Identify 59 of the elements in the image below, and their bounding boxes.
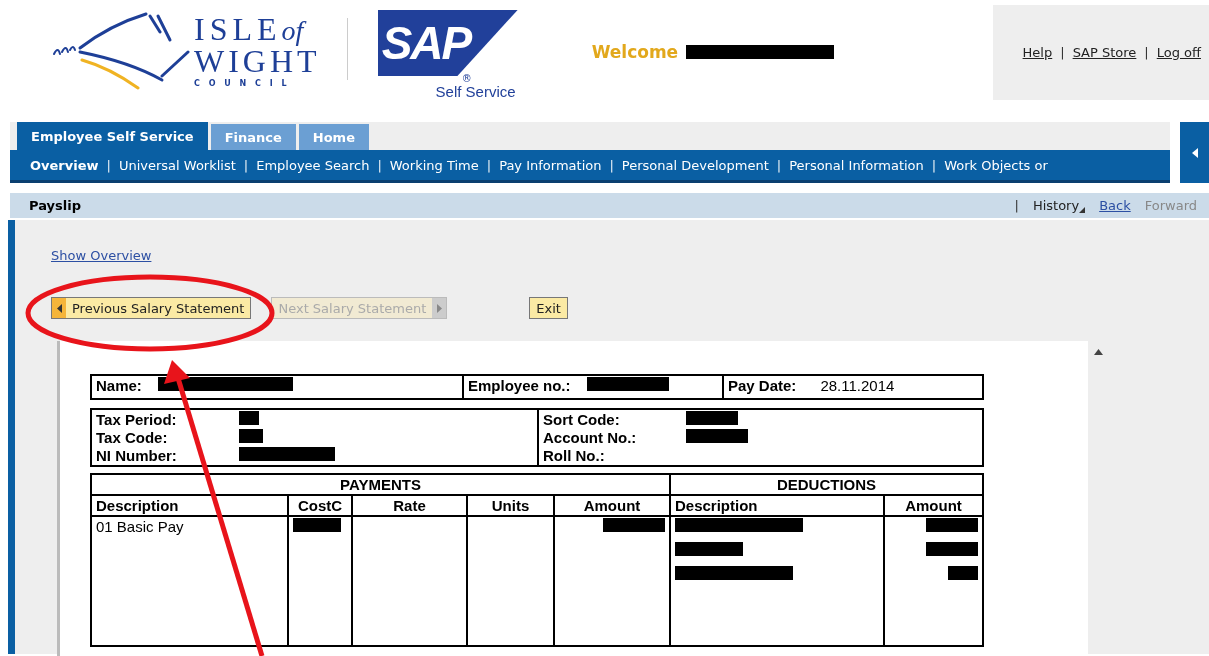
scroll-up-icon[interactable] <box>1094 349 1103 355</box>
caret-icon <box>56 303 62 313</box>
registered-mark: ® <box>461 74 472 84</box>
previous-button[interactable]: Previous Salary Statement <box>51 297 252 319</box>
nav-separator: | <box>1014 198 1019 213</box>
header-link[interactable]: SAP Store <box>1072 45 1137 60</box>
caret-icon <box>1191 147 1198 158</box>
show-overview-link[interactable]: Show Overview <box>51 248 152 263</box>
nav-tab[interactable]: Employee Self Service <box>17 122 208 150</box>
nav-separator: | <box>377 157 382 173</box>
section-heading: DEDUCTIONS <box>670 474 983 495</box>
history-link[interactable]: Back <box>1099 198 1131 213</box>
dropdown-icon <box>1079 207 1086 213</box>
logo-caption: Self Service <box>435 84 516 99</box>
subnav-item[interactable]: Overview <box>24 157 107 173</box>
subnav-item[interactable]: Personal Development <box>613 157 777 173</box>
column-header: Amount <box>554 495 670 516</box>
section-heading: PAYMENTS <box>91 474 670 495</box>
column-header: Rate <box>352 495 467 516</box>
table-cell: 01 Basic Pay <box>96 518 184 535</box>
column-header: CostC <box>288 495 352 516</box>
subnav-item[interactable]: Universal Worklist <box>110 157 244 173</box>
subnav-item[interactable]: Employee Search <box>248 157 378 173</box>
field-label: Pay Date: <box>728 377 797 394</box>
collapse-button[interactable] <box>1180 122 1209 183</box>
column-header: Description <box>670 495 884 516</box>
field-label: Tax Code: <box>96 429 169 446</box>
header-link[interactable]: Log off <box>1156 45 1201 60</box>
link-separator: | <box>1060 45 1065 60</box>
field-label: NI Number: <box>96 447 178 464</box>
nav-separator: | <box>486 157 492 173</box>
caret-icon <box>436 303 442 313</box>
field-value: 28.11.2014 <box>820 377 895 394</box>
subnav-item[interactable]: Working Time <box>381 157 487 173</box>
field-label: Account No.: <box>543 429 638 446</box>
page-title: Payslip <box>29 198 81 213</box>
header-link[interactable]: Help <box>1022 45 1053 60</box>
subnav-item[interactable]: Personal Information <box>781 157 932 173</box>
nav-separator: | <box>931 157 937 173</box>
history-menu[interactable]: History <box>1032 198 1086 213</box>
column-header: Units <box>467 495 554 516</box>
welcome-text: Welcome <box>591 42 679 62</box>
nav-separator: | <box>609 157 614 173</box>
nav-separator: | <box>106 157 111 173</box>
field-label: Roll No.: <box>543 447 606 464</box>
field-label: Sort Code: <box>543 411 621 428</box>
column-header: Amount <box>884 495 983 516</box>
link-separator: | <box>1144 45 1149 60</box>
subnav-item[interactable]: Work Objects or <box>936 157 1056 173</box>
field-label: Name: <box>96 377 142 394</box>
sail-logo-icon <box>50 10 190 90</box>
council-logo-text: ISLE of WIGHT C O U N C I L <box>194 12 321 88</box>
column-header: Description <box>91 495 288 516</box>
nav-separator: | <box>243 157 249 173</box>
subnav-item[interactable]: Pay Information <box>491 157 610 173</box>
field-label: Employee no.: <box>468 377 571 394</box>
nav-separator: | <box>776 157 782 173</box>
exit-button[interactable]: Exit <box>529 297 568 319</box>
field-label: Tax Period: <box>96 411 178 428</box>
